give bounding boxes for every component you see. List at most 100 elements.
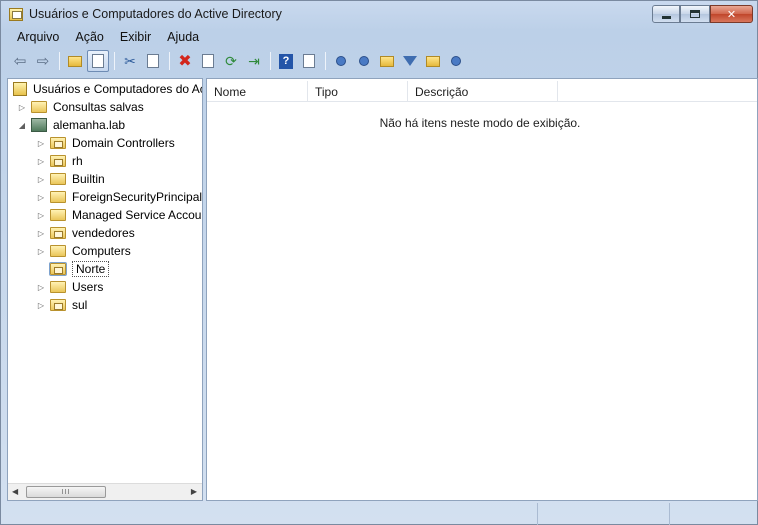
close-button[interactable]: ✕	[710, 5, 753, 23]
tree-item-label: vendedores	[72, 226, 135, 240]
ou-icon	[49, 262, 67, 276]
export-icon: ⇥	[248, 52, 260, 69]
horizontal-scrollbar[interactable]: ◀ III ▶	[8, 483, 202, 500]
tree-item-label: Users	[72, 280, 104, 294]
delete-button[interactable]: ✖	[174, 50, 196, 72]
ou-icon	[50, 227, 66, 239]
menu-exibir[interactable]: Exibir	[112, 28, 159, 48]
paste-button[interactable]	[142, 50, 164, 72]
delegate-button[interactable]	[445, 50, 467, 72]
tree-item-sul[interactable]: ▷ sul	[36, 296, 87, 314]
tree-item-foreign-security-principals[interactable]: ▷ ForeignSecurityPrincipals	[36, 188, 202, 206]
new-group-button[interactable]	[353, 50, 375, 72]
status-bar	[1, 503, 757, 525]
folder-icon	[50, 245, 66, 257]
toolbar-separator	[114, 52, 115, 70]
tree-item-managed-service-accounts[interactable]: ▷ Managed Service Accounts	[36, 206, 202, 224]
collapse-arrow-icon[interactable]: ◢	[17, 120, 27, 130]
help-button[interactable]: ?	[275, 50, 297, 72]
expand-arrow-icon[interactable]: ▷	[36, 138, 46, 148]
close-icon: ✕	[726, 8, 737, 21]
status-cell	[538, 503, 670, 525]
scroll-thumb[interactable]: III	[26, 486, 106, 498]
expand-arrow-icon[interactable]: ▷	[36, 192, 46, 202]
tree-item-saved-queries[interactable]: ▷ Consultas salvas	[17, 98, 144, 116]
tree-item-rh[interactable]: ▷ rh	[36, 152, 83, 170]
tree-item-label: Builtin	[72, 172, 105, 186]
show-hide-tree-button[interactable]	[87, 50, 109, 72]
empty-list-message: Não há itens neste modo de exibição.	[379, 116, 581, 130]
expand-arrow-icon[interactable]: ▷	[36, 246, 46, 256]
folder-icon	[31, 101, 47, 113]
tree-item-label: sul	[72, 298, 88, 312]
forward-icon: ⇨	[36, 53, 50, 70]
find-icon	[426, 55, 440, 67]
console-button[interactable]	[298, 50, 320, 72]
menu-bar: Arquivo Ação Exibir Ajuda	[1, 28, 757, 48]
app-icon	[9, 8, 23, 21]
tree-item-computers[interactable]: ▷ Computers	[36, 242, 131, 260]
expand-arrow-icon[interactable]: ▷	[17, 102, 27, 112]
delete-icon: ✖	[178, 53, 192, 70]
ou-icon	[50, 299, 66, 311]
toolbar-separator	[270, 52, 271, 70]
toolbar-separator	[325, 52, 326, 70]
new-ou-button[interactable]	[376, 50, 398, 72]
menu-ajuda[interactable]: Ajuda	[159, 28, 207, 48]
aduc-icon	[13, 82, 27, 96]
forward-button[interactable]: ⇨	[32, 50, 54, 72]
refresh-button[interactable]: ⟳	[220, 50, 242, 72]
expand-arrow-icon[interactable]: ▷	[36, 300, 46, 310]
menu-arquivo[interactable]: Arquivo	[9, 28, 67, 48]
tree-item-label: Consultas salvas	[53, 100, 144, 114]
status-cell	[670, 503, 755, 525]
tree-root[interactable]: Usuários e Computadores do Active Direct…	[13, 80, 202, 98]
cut-button[interactable]: ✂	[119, 50, 141, 72]
expand-arrow-icon[interactable]: ▷	[36, 282, 46, 292]
folder-icon	[50, 173, 66, 185]
tree-item-norte[interactable]: Norte	[36, 260, 110, 278]
folder-icon	[50, 191, 66, 203]
minimize-icon	[661, 15, 671, 19]
tree-item-vendedores[interactable]: ▷ vendedores	[36, 224, 135, 242]
menu-acao[interactable]: Ação	[67, 28, 112, 48]
up-level-button[interactable]	[64, 50, 86, 72]
details-pane: Nome Tipo Descrição Não há itens neste m…	[206, 78, 758, 501]
maximize-button[interactable]	[680, 5, 710, 23]
new-user-icon	[336, 56, 346, 66]
find-button[interactable]	[422, 50, 444, 72]
minimize-button[interactable]	[652, 5, 680, 23]
new-user-button[interactable]	[330, 50, 352, 72]
status-cell	[1, 503, 538, 525]
tree-item-label: alemanha.lab	[53, 118, 126, 132]
expand-arrow-icon[interactable]: ▷	[36, 210, 46, 220]
toolbar-separator	[59, 52, 60, 70]
tree-item-label: Norte	[72, 261, 110, 277]
folder-icon	[50, 209, 66, 221]
toolbar: ⇦ ⇨ ✂ ✖ ⟳ ⇥ ?	[1, 49, 757, 73]
tree-item-builtin[interactable]: ▷ Builtin	[36, 170, 105, 188]
properties-button[interactable]	[197, 50, 219, 72]
new-ou-icon	[380, 55, 394, 67]
export-button[interactable]: ⇥	[243, 50, 265, 72]
scroll-right-icon[interactable]: ▶	[191, 487, 197, 496]
tree-item-label: Managed Service Accounts	[72, 208, 202, 222]
tree-item-domain[interactable]: ◢ alemanha.lab	[17, 116, 125, 134]
refresh-icon: ⟳	[225, 52, 237, 69]
toolbar-separator	[169, 52, 170, 70]
maximize-icon	[690, 10, 700, 18]
back-button[interactable]: ⇦	[9, 50, 31, 72]
cut-icon: ✂	[124, 52, 136, 69]
expand-arrow-icon[interactable]: ▷	[36, 228, 46, 238]
tree-item-label: ForeignSecurityPrincipals	[72, 190, 202, 204]
tree-item-users[interactable]: ▷ Users	[36, 278, 103, 296]
filter-button[interactable]	[399, 50, 421, 72]
tree-item-label: Domain Controllers	[72, 136, 175, 150]
expand-arrow-icon[interactable]: ▷	[36, 156, 46, 166]
title-bar[interactable]: Usuários e Computadores do Active Direct…	[1, 1, 757, 28]
expand-arrow-icon[interactable]: ▷	[36, 174, 46, 184]
scroll-left-icon[interactable]: ◀	[12, 487, 18, 496]
tree-item-domain-controllers[interactable]: ▷ Domain Controllers	[36, 134, 175, 152]
list-body: Não há itens neste modo de exibição.	[207, 79, 757, 179]
delegate-icon	[451, 56, 461, 66]
